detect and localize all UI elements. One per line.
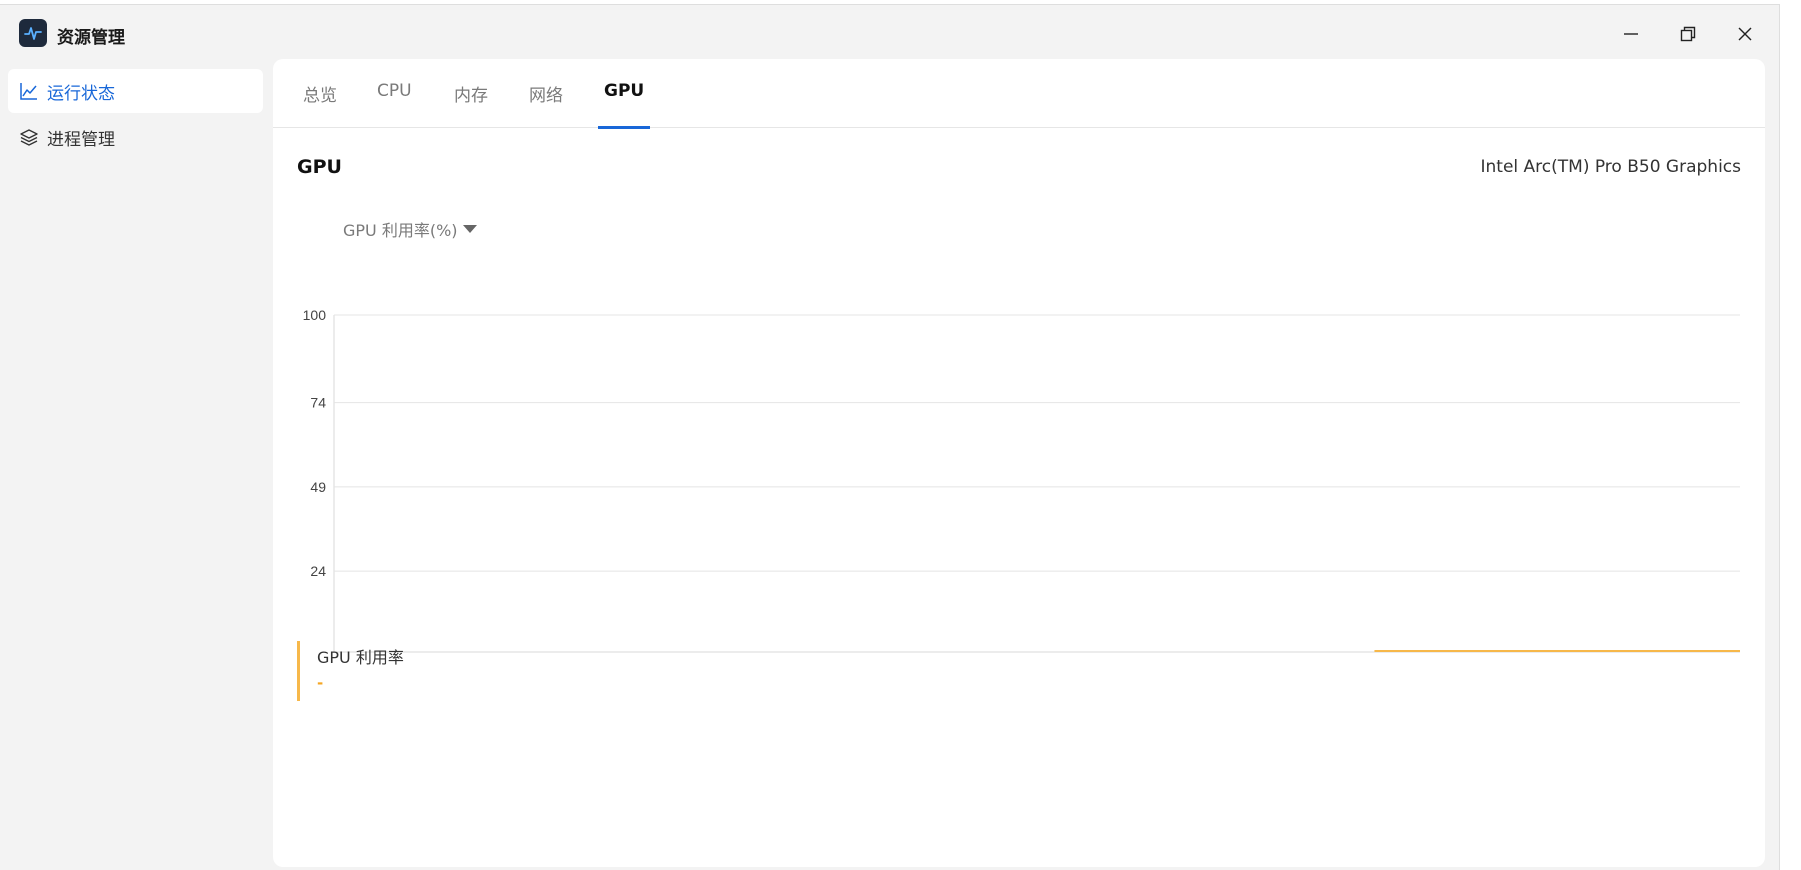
- adjacent-window-edge: [1782, 0, 1801, 870]
- maximize-button[interactable]: [1671, 19, 1705, 49]
- y-tick-label: 74: [310, 395, 326, 411]
- gpu-model-name: Intel Arc(TM) Pro B50 Graphics: [1480, 157, 1742, 177]
- app-logo-icon: [19, 19, 47, 47]
- y-tick-label: 24: [310, 563, 326, 579]
- sidebar: 运行状态 进程管理: [8, 69, 263, 161]
- y-tick-label: 49: [310, 479, 326, 495]
- restore-icon: [1680, 26, 1696, 42]
- caret-down-icon: [462, 225, 477, 233]
- legend-series-name: GPU 利用率: [317, 648, 404, 667]
- legend-series-value: -: [317, 674, 324, 692]
- minimize-button[interactable]: [1614, 19, 1648, 49]
- line-chart-icon: [19, 81, 39, 101]
- sidebar-item-processes[interactable]: 进程管理: [8, 115, 263, 159]
- tab-network[interactable]: 网络: [529, 81, 563, 128]
- sidebar-item-label: 运行状态: [47, 83, 115, 104]
- sidebar-item-status[interactable]: 运行状态: [8, 69, 263, 113]
- close-button[interactable]: [1728, 19, 1762, 49]
- tab-gpu[interactable]: GPU: [597, 81, 651, 129]
- metric-dropdown[interactable]: GPU 利用率(%): [343, 217, 477, 241]
- title-bar: 资源管理: [0, 5, 1779, 61]
- tab-overview[interactable]: 总览: [303, 81, 337, 128]
- minimize-icon: [1624, 33, 1638, 35]
- layers-icon: [19, 127, 39, 147]
- sidebar-item-label: 进程管理: [47, 129, 115, 150]
- metric-dropdown-label: GPU 利用率(%): [343, 221, 458, 240]
- gpu-usage-chart: 100 74 49 24: [303, 307, 1740, 653]
- tab-memory[interactable]: 内存: [454, 81, 488, 128]
- tab-bar: 总览 CPU 内存 网络 GPU: [273, 59, 1765, 129]
- tab-cpu[interactable]: CPU: [377, 81, 412, 128]
- chart-legend: GPU 利用率 -: [297, 641, 517, 701]
- close-icon: [1738, 27, 1752, 41]
- section-title: GPU: [297, 156, 342, 178]
- app-window: 资源管理 运行状态 进程管理 总览 CPU 内存 网络 GPU GPU Inte…: [0, 4, 1780, 870]
- app-title: 资源管理: [57, 28, 125, 48]
- y-tick-label: 100: [303, 307, 327, 323]
- main-panel: 总览 CPU 内存 网络 GPU GPU Intel Arc(TM) Pro B…: [273, 59, 1765, 867]
